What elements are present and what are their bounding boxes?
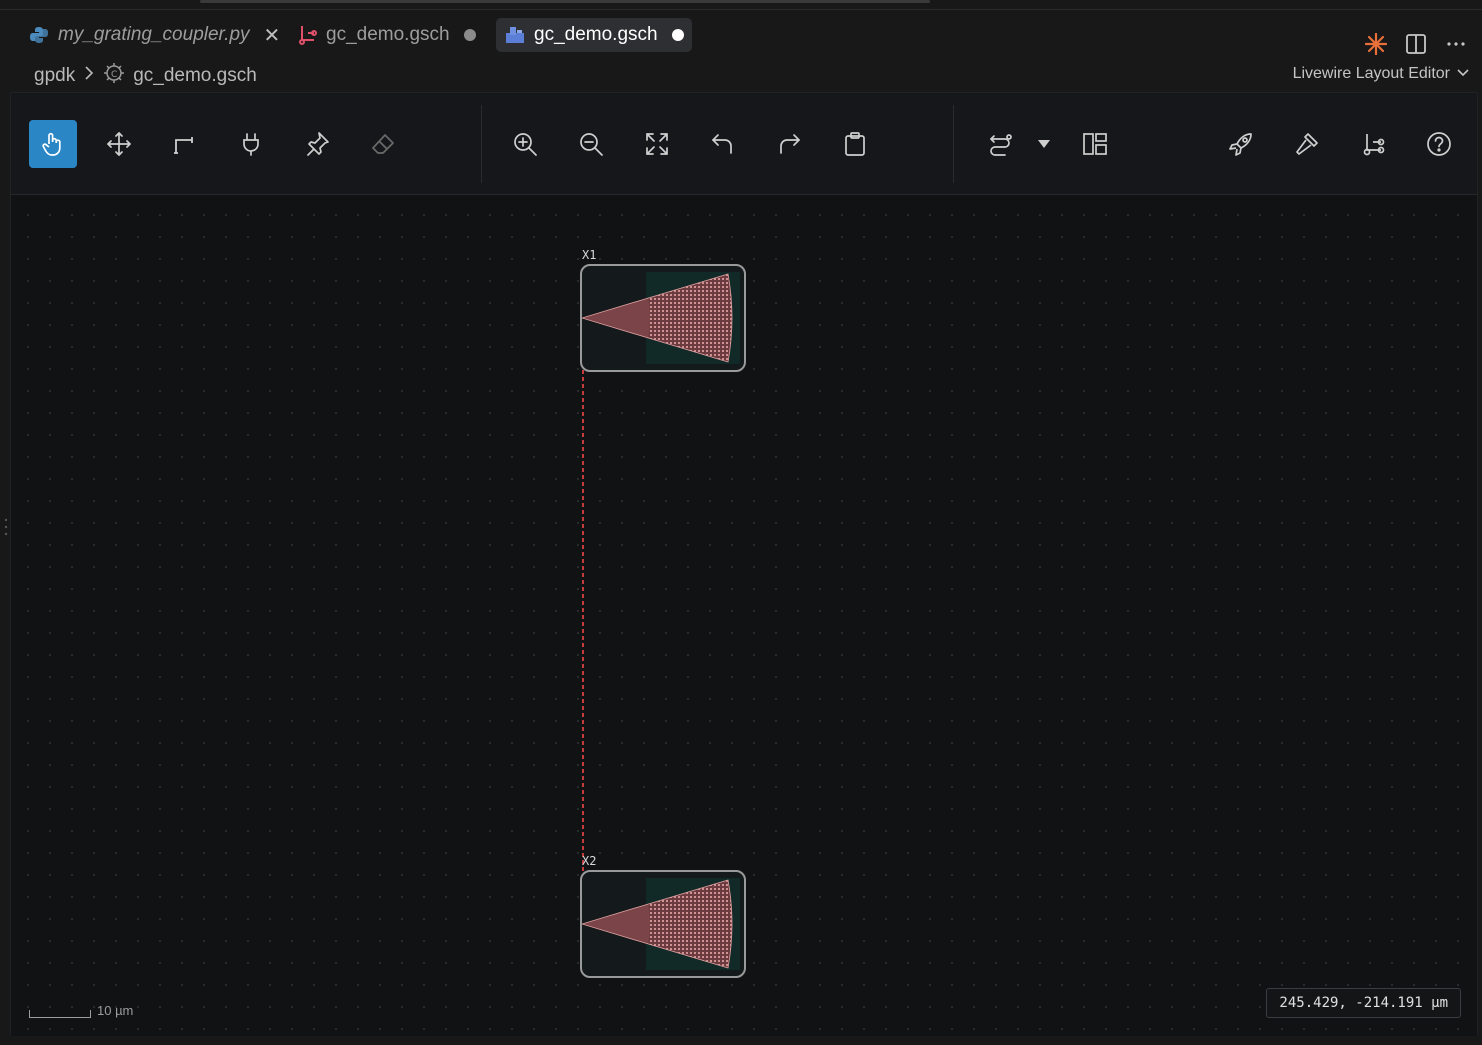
tab-gc-demo-layout[interactable]: gc_demo.gsch bbox=[496, 18, 692, 52]
scale-bar: 10 µm bbox=[29, 1003, 133, 1018]
toolbar bbox=[11, 93, 1477, 195]
layout-canvas[interactable]: X1 X2 10 µm 245.429, -214.191 µm bbox=[11, 196, 1477, 1036]
branch-button[interactable] bbox=[1349, 120, 1397, 168]
cell-label-x2: X2 bbox=[582, 854, 597, 868]
layout-editor: X1 X2 10 µm 245.429, -214.191 µm bbox=[10, 92, 1478, 1036]
launch-button[interactable] bbox=[1217, 120, 1265, 168]
chevron-right-icon bbox=[83, 65, 95, 87]
schematic-route-icon bbox=[296, 24, 318, 46]
pin-icon bbox=[307, 132, 329, 156]
grating-coupler-shape bbox=[582, 878, 740, 970]
grating-coupler-cell-x2[interactable] bbox=[580, 870, 746, 978]
layout-grid-button[interactable] bbox=[1071, 120, 1119, 168]
breadcrumb: gpdk C gc_demo.gsch bbox=[34, 62, 257, 90]
expand-icon bbox=[646, 133, 668, 155]
clipboard-icon bbox=[845, 132, 865, 156]
route-tool-button[interactable] bbox=[161, 120, 209, 168]
hammer-icon bbox=[1296, 133, 1318, 155]
sash-handle[interactable] bbox=[4, 518, 8, 536]
eraser-icon bbox=[372, 134, 394, 154]
undo-icon bbox=[712, 134, 732, 154]
split-editor-icon[interactable] bbox=[1404, 32, 1428, 56]
unsaved-dot-icon bbox=[463, 29, 476, 41]
move-arrows-icon bbox=[106, 131, 132, 157]
close-icon[interactable]: ✕ bbox=[264, 23, 281, 48]
toolbar-separator bbox=[953, 105, 954, 183]
svg-text:C: C bbox=[111, 70, 117, 80]
redo-button[interactable] bbox=[765, 120, 813, 168]
more-actions-icon[interactable] bbox=[1444, 32, 1468, 56]
move-tool-button[interactable] bbox=[95, 120, 143, 168]
tab-label: gc_demo.gsch bbox=[534, 24, 658, 45]
tab-gc-demo-schematic[interactable]: gc_demo.gsch bbox=[288, 18, 484, 52]
zoom-in-icon bbox=[514, 133, 537, 156]
tab-my-grating-coupler[interactable]: my_grating_coupler.py ✕ bbox=[20, 18, 288, 52]
editor-name: Livewire Layout Editor bbox=[1292, 65, 1450, 82]
port-tool-button[interactable] bbox=[227, 120, 275, 168]
zoom-in-button[interactable] bbox=[501, 120, 549, 168]
undo-button[interactable] bbox=[699, 120, 747, 168]
clipboard-button[interactable] bbox=[831, 120, 879, 168]
grating-coupler-cell-x1[interactable] bbox=[580, 264, 746, 372]
zoom-out-icon bbox=[580, 133, 603, 156]
redo-icon bbox=[780, 134, 800, 154]
build-button[interactable] bbox=[1283, 120, 1331, 168]
title-bar bbox=[0, 0, 1482, 10]
copilot-spark-icon[interactable] bbox=[1364, 32, 1388, 56]
tab-bar: my_grating_coupler.py ✕ gc_demo.gsch gc_… bbox=[0, 10, 1482, 62]
breadcrumb-file[interactable]: gc_demo.gsch bbox=[133, 65, 257, 87]
chevron-down-icon bbox=[1456, 65, 1470, 83]
rocket-icon bbox=[1229, 133, 1252, 156]
help-button[interactable] bbox=[1415, 120, 1463, 168]
select-tool-button[interactable] bbox=[29, 120, 77, 168]
route-corner-icon bbox=[174, 137, 193, 154]
caret-down-icon bbox=[1038, 140, 1050, 148]
gear-chip-icon: C bbox=[103, 62, 125, 90]
dashboard-icon bbox=[1083, 133, 1107, 155]
tab-label: gc_demo.gsch bbox=[326, 24, 450, 45]
editor-actions bbox=[1364, 32, 1468, 56]
scale-bar-line bbox=[29, 1010, 91, 1018]
grating-coupler-shape bbox=[582, 272, 740, 364]
tab-label: my_grating_coupler.py bbox=[58, 24, 250, 45]
cell-label-x1: X1 bbox=[582, 248, 597, 262]
fit-view-button[interactable] bbox=[633, 120, 681, 168]
breadcrumb-root[interactable]: gpdk bbox=[34, 65, 75, 87]
eraser-tool-button[interactable] bbox=[359, 120, 407, 168]
route-switch-icon bbox=[990, 134, 1012, 156]
python-file-icon bbox=[28, 24, 50, 46]
toolbar-separator bbox=[481, 105, 482, 183]
editor-selector[interactable]: Livewire Layout Editor bbox=[1293, 65, 1470, 83]
cursor-coordinates: 245.429, -214.191 µm bbox=[1266, 988, 1461, 1018]
scroll-indicator[interactable] bbox=[200, 0, 930, 3]
auto-route-button[interactable] bbox=[977, 120, 1025, 168]
zoom-out-button[interactable] bbox=[567, 120, 615, 168]
scale-bar-label: 10 µm bbox=[97, 1003, 134, 1018]
plug-icon bbox=[243, 133, 259, 156]
branch-icon bbox=[1363, 134, 1385, 156]
layout-component-icon bbox=[504, 24, 526, 46]
hand-pointer-icon bbox=[42, 132, 61, 156]
pin-tool-button[interactable] bbox=[293, 120, 341, 168]
help-icon bbox=[1427, 132, 1451, 156]
auto-route-dropdown[interactable] bbox=[1031, 120, 1057, 168]
unsaved-dot-icon bbox=[671, 29, 684, 41]
